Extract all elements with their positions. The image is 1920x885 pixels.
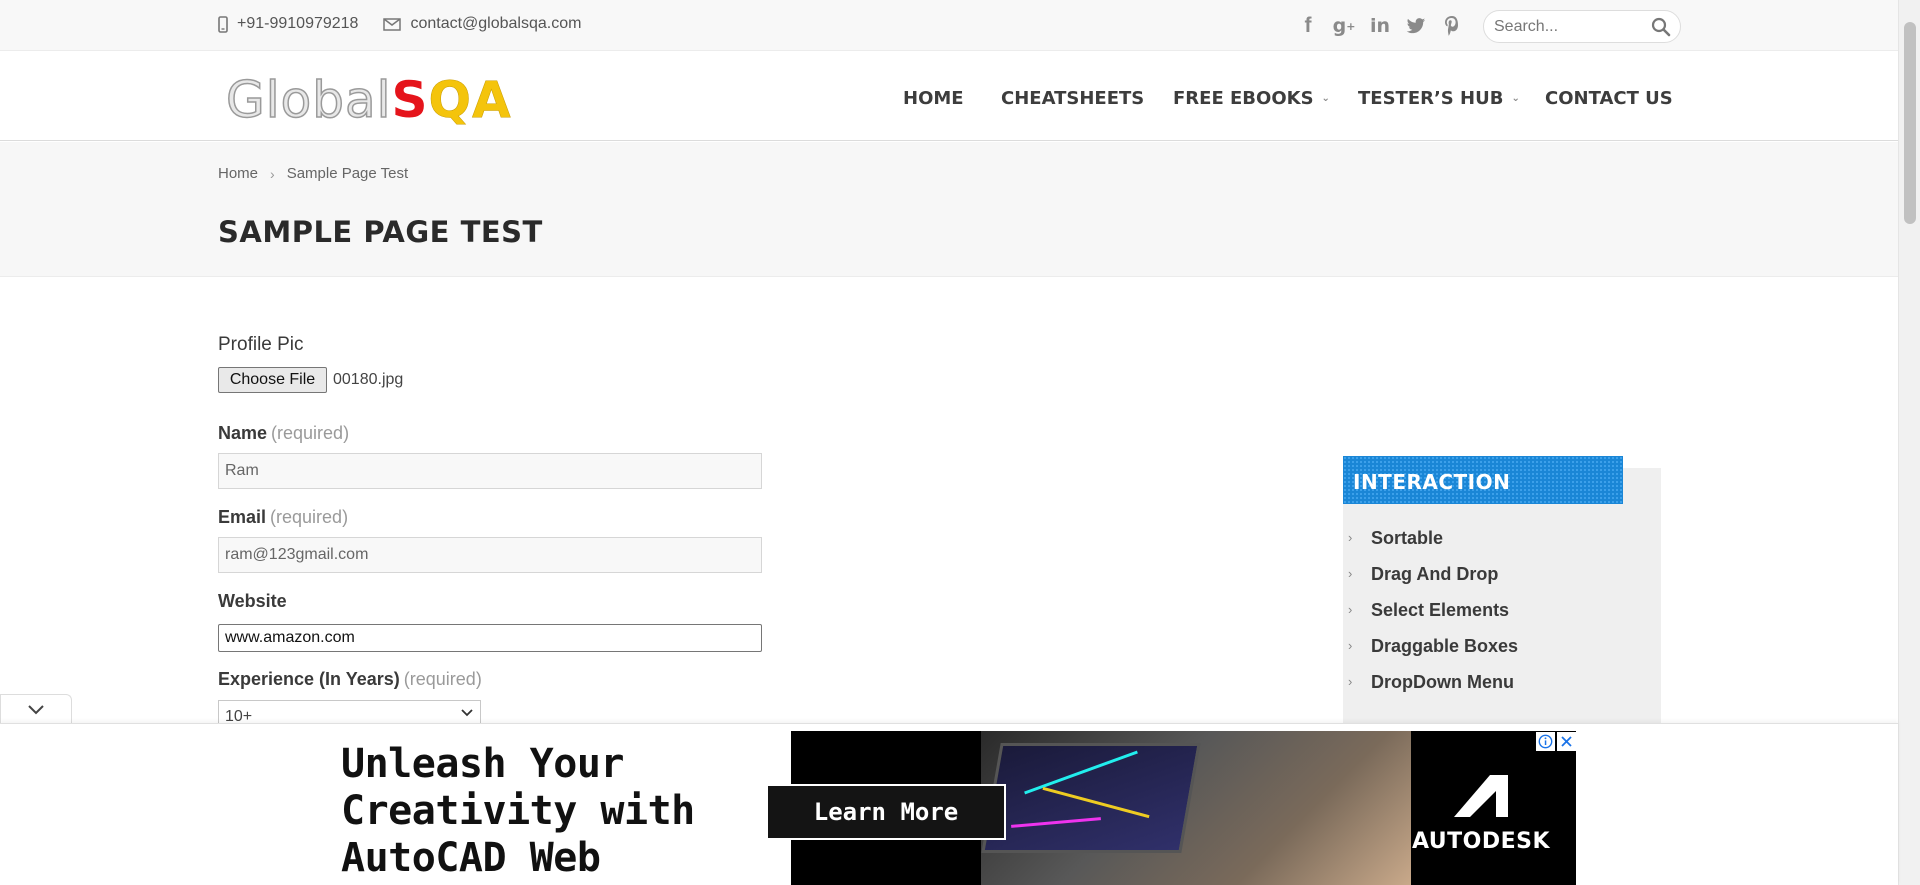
phone-icon bbox=[218, 15, 228, 33]
ad-laptop-screen bbox=[981, 743, 1201, 853]
chevron-right-icon: › bbox=[1348, 602, 1353, 617]
profile-pic-file-input: Choose File 00180.jpg bbox=[218, 367, 403, 393]
ad-headline-line: AutoCAD Web bbox=[341, 835, 601, 881]
nav-free-ebooks[interactable]: FREE EBOOKS ⌄ bbox=[1173, 88, 1330, 109]
ad-close-icon[interactable] bbox=[1557, 732, 1576, 751]
profile-pic-label: Profile Pic bbox=[218, 334, 304, 355]
required-hint: (required) bbox=[271, 423, 350, 443]
logo-text-s: S bbox=[391, 71, 429, 129]
email-field[interactable]: ram@123gmail.com bbox=[218, 537, 762, 573]
list-item-label: Sortable bbox=[1371, 527, 1444, 548]
ad-headline: Unleash Your Creativity with AutoCAD Web bbox=[341, 741, 695, 882]
top-bar: +91-9910979218 contact@globalsqa.com f g… bbox=[0, 0, 1898, 51]
logo-text-global: Global bbox=[225, 71, 392, 129]
experience-label-text: Experience (In Years) bbox=[218, 669, 400, 689]
phone-number: +91-9910979218 bbox=[237, 15, 359, 32]
autodesk-logo-icon bbox=[1454, 775, 1508, 817]
pinterest-icon[interactable] bbox=[1434, 14, 1470, 38]
name-field[interactable]: Ram bbox=[218, 453, 762, 489]
ad-brand-logo: AUTODESK bbox=[1396, 773, 1566, 854]
site-header: Global S QA HOME CHEATSHEETS FREE EBOOKS ⌄ … bbox=[0, 52, 1898, 141]
list-item-drag-and-drop[interactable]: › Drag And Drop bbox=[1343, 556, 1653, 592]
choose-file-button[interactable]: Choose File bbox=[218, 367, 327, 393]
site-logo[interactable]: Global S QA bbox=[225, 71, 512, 129]
list-item-label: Select Elements bbox=[1371, 599, 1510, 620]
nav-home[interactable]: HOME bbox=[903, 88, 964, 109]
email-contact[interactable]: contact@globalsqa.com bbox=[383, 15, 581, 33]
list-item-sortable[interactable]: › Sortable bbox=[1343, 520, 1653, 556]
ad-brand-name: AUTODESK bbox=[1411, 829, 1551, 854]
twitter-icon[interactable] bbox=[1398, 14, 1434, 38]
chevron-right-icon: › bbox=[1348, 566, 1353, 581]
page-title-band: Home › Sample Page Test SAMPLE PAGE TEST bbox=[0, 142, 1898, 277]
ad-learn-more-button[interactable]: Learn More bbox=[766, 784, 1006, 840]
ad-collapse-toggle[interactable] bbox=[0, 694, 72, 724]
search-icon[interactable] bbox=[1651, 17, 1671, 42]
search-box bbox=[1483, 10, 1681, 43]
name-label-text: Name bbox=[218, 423, 268, 443]
ad-info-icon[interactable] bbox=[1536, 732, 1555, 751]
chevron-down-icon: ⌄ bbox=[1511, 93, 1520, 104]
page-title: SAMPLE PAGE TEST bbox=[218, 215, 543, 249]
website-label: Website bbox=[218, 591, 287, 611]
search-input[interactable] bbox=[1494, 17, 1644, 37]
nav-free-ebooks-label: FREE EBOOKS bbox=[1173, 88, 1314, 109]
chevron-right-icon: › bbox=[1348, 638, 1353, 653]
scrollbar-thumb[interactable] bbox=[1904, 22, 1916, 224]
website-field[interactable]: www.amazon.com bbox=[218, 624, 762, 652]
chevron-down-icon bbox=[28, 705, 44, 715]
breadcrumb-current: Sample Page Test bbox=[286, 165, 409, 182]
breadcrumb-home[interactable]: Home bbox=[218, 165, 258, 182]
contact-info: +91-9910979218 contact@globalsqa.com bbox=[218, 15, 606, 33]
required-hint: (required) bbox=[403, 669, 482, 689]
mail-icon bbox=[383, 17, 402, 31]
facebook-icon[interactable]: f bbox=[1290, 14, 1326, 38]
interaction-list: › Sortable › Drag And Drop › Select Element… bbox=[1343, 520, 1653, 700]
list-item-label: Draggable Boxes bbox=[1371, 635, 1519, 656]
experience-label: Experience (In Years) (required) bbox=[218, 669, 482, 690]
ad-headline-line: Unleash Your bbox=[341, 741, 624, 787]
email-address[interactable]: contact@globalsqa.com bbox=[410, 15, 581, 33]
list-item-dropdown-menu[interactable]: › DropDown Menu bbox=[1343, 664, 1653, 700]
nav-testers-hub-label: TESTER’S HUB bbox=[1358, 88, 1504, 109]
list-item-select-elements[interactable]: › Select Elements bbox=[1343, 592, 1653, 628]
required-hint: (required) bbox=[270, 507, 349, 527]
google-plus-icon[interactable]: g + bbox=[1326, 14, 1362, 38]
ad-headline-line: Creativity with bbox=[341, 788, 695, 834]
social-links: f g + in bbox=[1290, 14, 1470, 38]
nav-cheatsheets[interactable]: CHEATSHEETS bbox=[1001, 88, 1144, 109]
chevron-down-icon: ⌄ bbox=[1321, 93, 1330, 104]
list-item-label: DropDown Menu bbox=[1371, 671, 1514, 692]
list-item-draggable-boxes[interactable]: › Draggable Boxes bbox=[1343, 628, 1653, 664]
page-scrollbar[interactable] bbox=[1898, 0, 1920, 885]
widget-title: INTERACTION bbox=[1343, 456, 1623, 504]
chevron-right-icon: › bbox=[1348, 530, 1353, 545]
phone-contact: +91-9910979218 bbox=[218, 15, 358, 33]
breadcrumb: Home › Sample Page Test bbox=[218, 165, 408, 182]
file-name: 00180.jpg bbox=[333, 371, 404, 388]
logo-text-qa: QA bbox=[428, 71, 512, 129]
nav-testers-hub[interactable]: TESTER’S HUB ⌄ bbox=[1358, 88, 1520, 109]
chevron-right-icon: › bbox=[1348, 674, 1353, 689]
email-label: Email (required) bbox=[218, 507, 348, 528]
name-label: Name (required) bbox=[218, 423, 349, 444]
chevron-down-icon bbox=[461, 709, 473, 717]
email-label-text: Email bbox=[218, 507, 267, 527]
ad-laptop-photo bbox=[981, 731, 1411, 885]
linkedin-icon[interactable]: in bbox=[1362, 14, 1398, 38]
nav-contact-us[interactable]: CONTACT US bbox=[1545, 88, 1673, 109]
list-item-label: Drag And Drop bbox=[1371, 563, 1499, 584]
advertisement-banner[interactable]: Unleash Your Creativity with AutoCAD Web… bbox=[321, 731, 1576, 885]
breadcrumb-separator-icon: › bbox=[270, 165, 275, 182]
